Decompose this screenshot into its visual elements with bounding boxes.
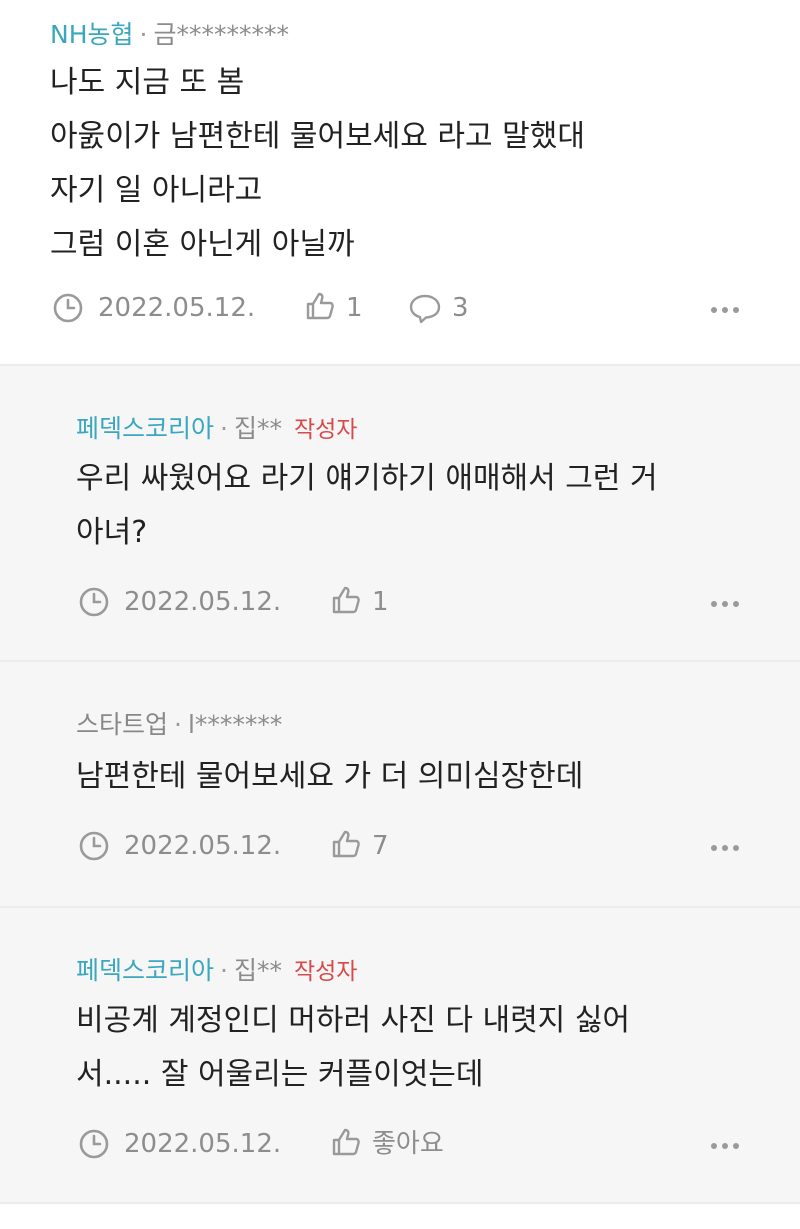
thumbs-up-icon[interactable] [330, 584, 362, 616]
thumbs-up-icon[interactable] [304, 290, 336, 322]
reply-item: 스타트업 · l******* 남편한테 물어보세요 가 더 의미심장한데 2022… [0, 662, 800, 908]
comment-meta: 2022.05.12. 좋아요 [0, 1124, 800, 1164]
author-name[interactable]: 페덱스코리아 [76, 414, 214, 443]
comment-meta: 2022.05.12. 1 [0, 582, 800, 622]
separator: · [174, 710, 182, 739]
more-options-icon[interactable] [710, 1142, 740, 1150]
writer-badge: 작성자 [293, 417, 358, 443]
masked-user-id: 금********* [153, 20, 289, 49]
like-label[interactable]: 좋아요 [372, 1126, 444, 1162]
writer-badge: 작성자 [293, 959, 358, 985]
comment-date: 2022.05.12. [124, 1129, 282, 1159]
comment-author-line: NH농협 · 금********* [50, 18, 289, 52]
more-options-icon[interactable] [710, 844, 740, 852]
masked-user-id: 집** [233, 956, 282, 985]
reply-item: 페덱스코리아 · 집** 작성자 우리 싸웠어요 라기 얘기하기 애매해서 그런 거 … [0, 366, 800, 662]
comment-author-line: 페덱스코리아 · 집** 작성자 [76, 954, 357, 989]
comment-author-line: 페덱스코리아 · 집** 작성자 [76, 412, 357, 447]
comment-body: 나도 지금 또 봄 아욼이가 남편한테 물어보세요 라고 말했대 자기 일 아니… [50, 65, 585, 262]
speech-bubble-icon[interactable] [408, 292, 441, 324]
author-name[interactable]: 페덱스코리아 [76, 956, 214, 985]
author-name[interactable]: NH농협 [50, 20, 134, 49]
comment-meta: 2022.05.12. 1 3 [0, 288, 800, 328]
separator: · [220, 414, 228, 443]
thumbs-up-icon[interactable] [330, 828, 362, 860]
comment-author-line: 스타트업 · l******* [76, 708, 282, 742]
clock-icon [78, 1128, 110, 1160]
clock-icon [78, 830, 110, 862]
comment-date: 2022.05.12. [124, 831, 282, 861]
comment-body: 비공계 계정인디 머하러 사진 다 내렷지 싫어 서..... 잘 어울리는 커… [76, 1003, 631, 1092]
masked-user-id: 집** [233, 414, 282, 443]
clock-icon [52, 292, 84, 324]
more-options-icon[interactable] [710, 306, 740, 314]
comment-date: 2022.05.12. [98, 293, 256, 323]
comment-body: 남편한테 물어보세요 가 더 의미심장한데 [76, 759, 584, 794]
comment-meta: 2022.05.12. 7 [0, 826, 800, 866]
masked-user-id: l******* [187, 710, 283, 739]
comment-date: 2022.05.12. [124, 587, 282, 617]
more-options-icon[interactable] [710, 600, 740, 608]
comment-body: 우리 싸웠어요 라기 얘기하기 애매해서 그런 거 아녀? [76, 461, 658, 550]
reply-count[interactable]: 3 [452, 290, 469, 326]
clock-icon [78, 586, 110, 618]
reply-item: 페덱스코리아 · 집** 작성자 비공계 계정인디 머하러 사진 다 내렷지 싫어 서… [0, 908, 800, 1204]
author-name[interactable]: 스타트업 [76, 710, 168, 739]
thumbs-up-icon[interactable] [330, 1126, 362, 1158]
like-count: 1 [346, 293, 363, 323]
like-count: 1 [372, 587, 389, 617]
separator: · [139, 20, 148, 49]
like-count: 7 [372, 831, 389, 861]
comment-item: NH농협 · 금********* 나도 지금 또 봄 아욼이가 남편한테 물어보세… [0, 0, 800, 366]
separator: · [220, 956, 228, 985]
